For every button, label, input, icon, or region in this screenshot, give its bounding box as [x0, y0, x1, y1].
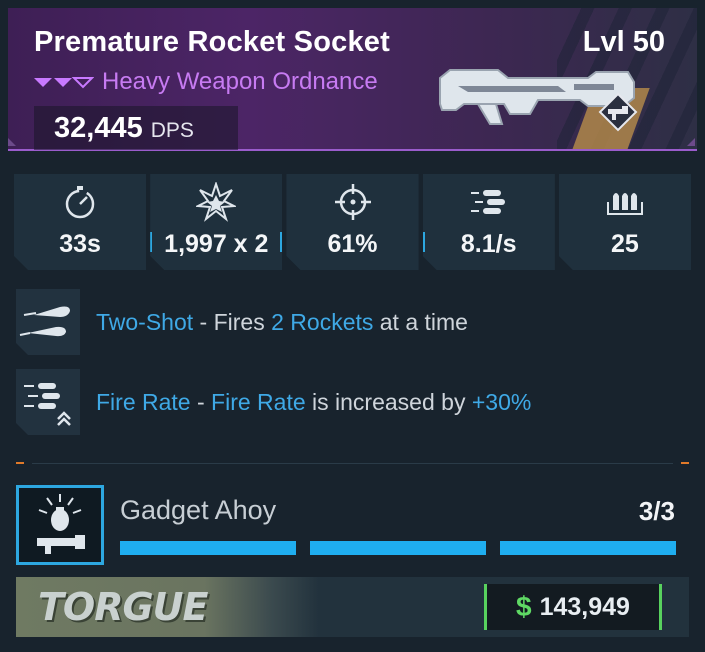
magazine-ammo-icon: [605, 182, 645, 222]
two-shot-rockets-icon: [16, 289, 80, 355]
section-divider: [16, 462, 689, 465]
stat-value: 33s: [59, 230, 101, 258]
item-type: Heavy Weapon Ordnance: [102, 68, 378, 95]
rarity-icon: [34, 75, 94, 89]
perk-name: Two-Shot: [96, 309, 194, 335]
perk-description: Fire Rate - Fire Rate is increased by +3…: [96, 389, 532, 415]
item-level: Lvl 50: [582, 26, 665, 58]
stat-value: 25: [611, 230, 639, 258]
stats-row: 33s 1,997 x 2 61% 8.1/s 25: [14, 174, 691, 270]
dps-unit: DPS: [150, 119, 194, 142]
item-title: Premature Rocket Socket: [34, 26, 390, 58]
perk-fire-rate: Fire Rate - Fire Rate is increased by +3…: [16, 369, 686, 435]
stat-magazine: 25: [559, 174, 691, 270]
crosshair-icon: [333, 182, 373, 222]
perk-two-shot: Two-Shot - Fires 2 Rockets at a time: [16, 289, 686, 355]
manufacturer-logo: TORGUE: [38, 585, 208, 629]
price-panel: $ 143,949: [484, 584, 662, 630]
heavy-weapon-badge-icon: [598, 92, 638, 132]
stat-value: 1,997 x 2: [164, 230, 269, 258]
perk-name: Fire Rate: [96, 389, 191, 415]
stat-fire-rate: 8.1/s: [423, 174, 555, 270]
stat-accuracy: 61%: [286, 174, 418, 270]
stat-reload-time: 33s: [14, 174, 146, 270]
item-type-row: Heavy Weapon Ordnance: [34, 68, 378, 96]
gadget-progress-segment: [120, 541, 296, 555]
perk-description: Two-Shot - Fires 2 Rockets at a time: [96, 309, 468, 335]
fire-rate-up-icon: [16, 369, 80, 435]
item-footer: TORGUE $ 143,949: [16, 577, 689, 637]
gadget-progress-segment: [310, 541, 486, 555]
gadget-progress: [120, 541, 676, 555]
dps-panel: 32,445 DPS: [34, 106, 238, 150]
gadget-progress-segment: [500, 541, 676, 555]
gadget-grenade-launcher-icon: [16, 485, 104, 565]
explosion-icon: [196, 182, 236, 222]
stat-damage: 1,997 x 2: [150, 174, 282, 270]
stat-value: 8.1/s: [460, 230, 517, 258]
dps-value: 32,445: [54, 112, 143, 144]
gadget-count: 3/3: [638, 496, 675, 526]
currency-icon: $: [516, 591, 532, 622]
fire-rate-bullets-icon: [469, 182, 509, 222]
gadget-name: Gadget Ahoy: [120, 495, 277, 525]
item-card: Premature Rocket Socket Lvl 50 Heavy Wea…: [0, 0, 705, 652]
item-header: Premature Rocket Socket Lvl 50 Heavy Wea…: [8, 8, 697, 151]
stopwatch-icon: [60, 182, 100, 222]
item-price: 143,949: [539, 592, 630, 621]
stat-value: 61%: [327, 230, 378, 258]
